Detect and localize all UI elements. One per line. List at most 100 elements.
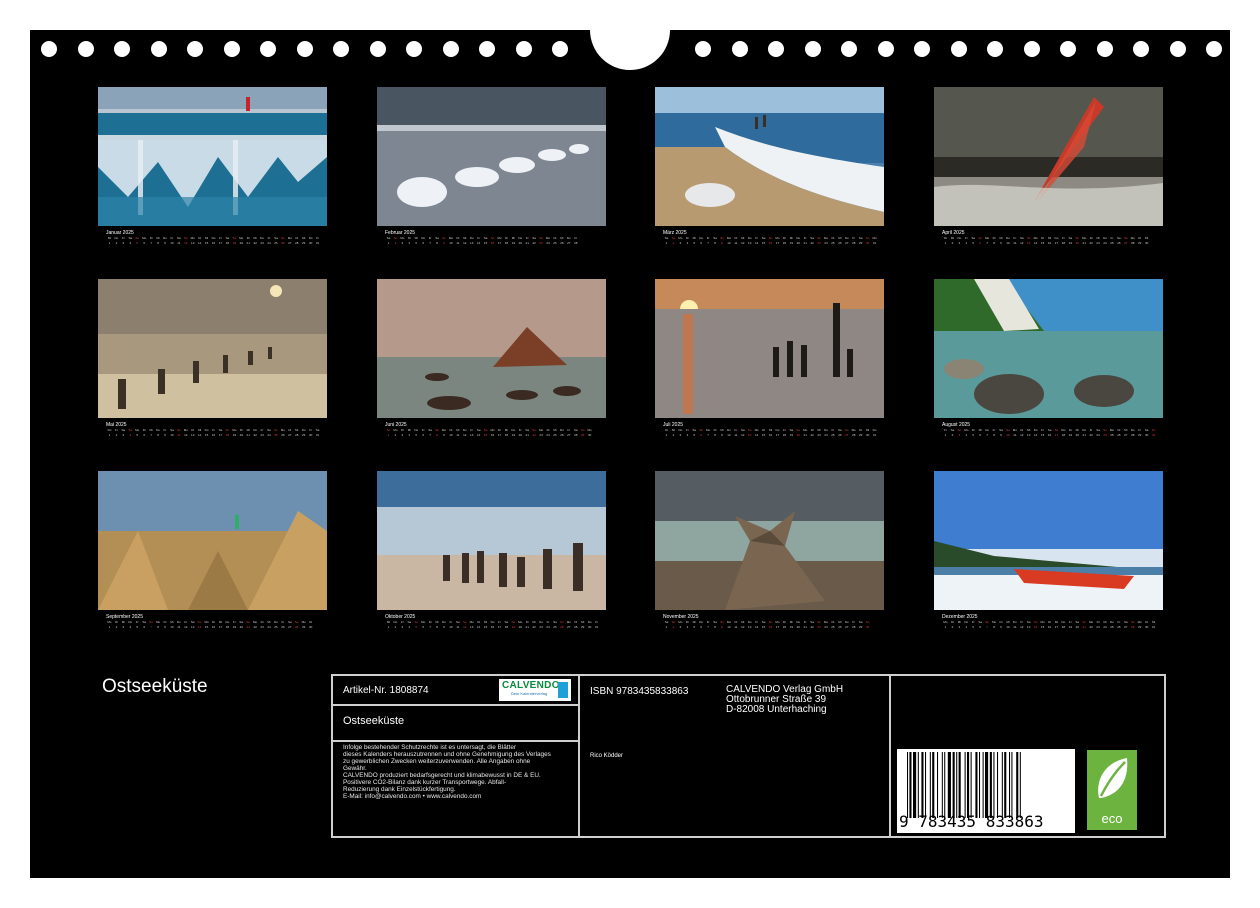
day-number: 10 [449,625,453,629]
day-number: 4 [965,241,968,245]
day-number: 25 [831,433,835,437]
day-number: 25 [1110,433,1114,437]
weekday-label: Mi [511,236,515,240]
barcode-section: 9 783435 833863 eco [891,676,1166,836]
day-number: 10 [727,625,731,629]
day-number: 7 [707,625,709,629]
weekday-label: So [747,428,752,432]
weekday-label: So [978,236,982,240]
day-number: 17 [1054,625,1059,629]
weekday-label: Di [456,236,460,240]
day-number: 5 [972,433,975,437]
spiral-binding-holes [30,30,1230,70]
day-number: 20 [239,433,243,437]
day-number: 21 [803,625,807,629]
weekday-label: Do [985,428,990,432]
weekday-label: Do [462,428,467,432]
weekday-label: So [1075,236,1080,240]
day-number: 17 [1054,241,1059,245]
weekday-label: Mi [950,236,954,240]
weekday-label: Fr [803,236,807,240]
day-number: 14 [197,241,202,245]
calvendo-logo: CALVENDO Dein Kalenderverlag [499,679,571,701]
day-number: 7 [150,433,152,437]
weekday-label: Do [1061,620,1066,624]
weekday-label: Mo [204,620,209,624]
day-number: 2 [394,433,397,437]
weekday-label: Di [449,428,453,432]
day-number: 27 [567,241,571,245]
weekday-label: Mo [678,620,683,624]
day-number: 17 [775,433,780,437]
weekday-label: Mo [775,620,780,624]
day-number: 29 [859,241,863,245]
day-number: 5 [136,625,139,629]
weekday-label: So [671,620,676,624]
day-number: 19 [1068,241,1072,245]
weekday-label: Di [685,236,689,240]
day-number-row: 1 2 3 4 5 6 7 8 9 10 11 12 13 14 15 16 17 18 19 20 21 22 23 24 2… [663,241,878,246]
day-number: 21 [803,241,807,245]
weekday-label: So [1151,428,1156,432]
weekday-label: Mi [407,428,411,432]
day-number: 6 [143,241,145,245]
weekday-label: Mi [414,236,418,240]
weekday-label: Mo [678,236,683,240]
day-number: 23 [260,625,264,629]
weekday-label: Sa [142,620,146,624]
day-number: 21 [525,433,529,437]
day-number: 15 [204,241,209,245]
weekday-label: Mi [838,236,842,240]
weekday-label: Di [1138,236,1142,240]
weekday-label: Sa [428,428,432,432]
day-number: 5 [972,625,975,629]
day-number: 21 [246,433,250,437]
day-number: 3 [122,625,125,629]
day-number: 10 [449,241,453,245]
weekday-label: Fr [964,236,968,240]
day-number-row: 1 2 3 4 5 6 7 8 9 10 11 12 13 14 15 16 17 18 19 20 21 22 23 24 2… [106,625,321,630]
weekday-label: Sa [573,428,578,432]
weekday-label: So [393,236,398,240]
day-number: 11 [734,241,738,245]
binding-hole [731,41,748,57]
weekday-label: Do [872,428,877,432]
day-number: 20 [518,625,522,629]
binding-hole [877,41,894,57]
day-number: 28 [852,241,856,245]
day-number: 15 [1040,433,1045,437]
info-panel: Artikel-Nr. 1808874 CALVENDO Dein Kalend… [331,674,1166,838]
weekday-label: Mo [1130,236,1135,240]
weekday-label: Mi [692,620,696,624]
weekday-label: Fr [184,620,188,624]
day-number: 13 [748,625,752,629]
weekday-label: Do [775,428,780,432]
day-number: 7 [150,241,152,245]
binding-hole [695,41,711,57]
weekday-label: Di [191,428,195,432]
day-number: 6 [700,433,702,437]
weekday-label: Do [747,236,752,240]
day-number: 6 [700,241,702,245]
weekday-label: Mo [301,620,306,624]
weekday-label: Fr [782,428,786,432]
day-number: 11 [1013,625,1017,629]
day-number: 3 [679,433,682,437]
day-number: 5 [972,241,975,245]
barcode-digits: 9 783435 833863 [899,812,1044,831]
day-number: 11 [1013,241,1017,245]
weekday-label: Mi [1054,620,1059,624]
day-number: 28 [1131,241,1135,245]
weekday-label: Fr [421,428,425,432]
day-number: 18 [782,433,787,437]
day-number: 18 [1061,241,1066,245]
weekday-label: Do [204,428,209,432]
day-number: 13 [191,241,195,245]
weekday-label: Sa [190,620,195,624]
day-number: 3 [958,433,961,437]
weekday-label: So [1130,620,1135,624]
weekday-label: Mi [121,620,125,624]
weekday-label: Mi [866,428,870,432]
weekday-label: So [149,620,153,624]
day-number: 25 [831,241,835,245]
